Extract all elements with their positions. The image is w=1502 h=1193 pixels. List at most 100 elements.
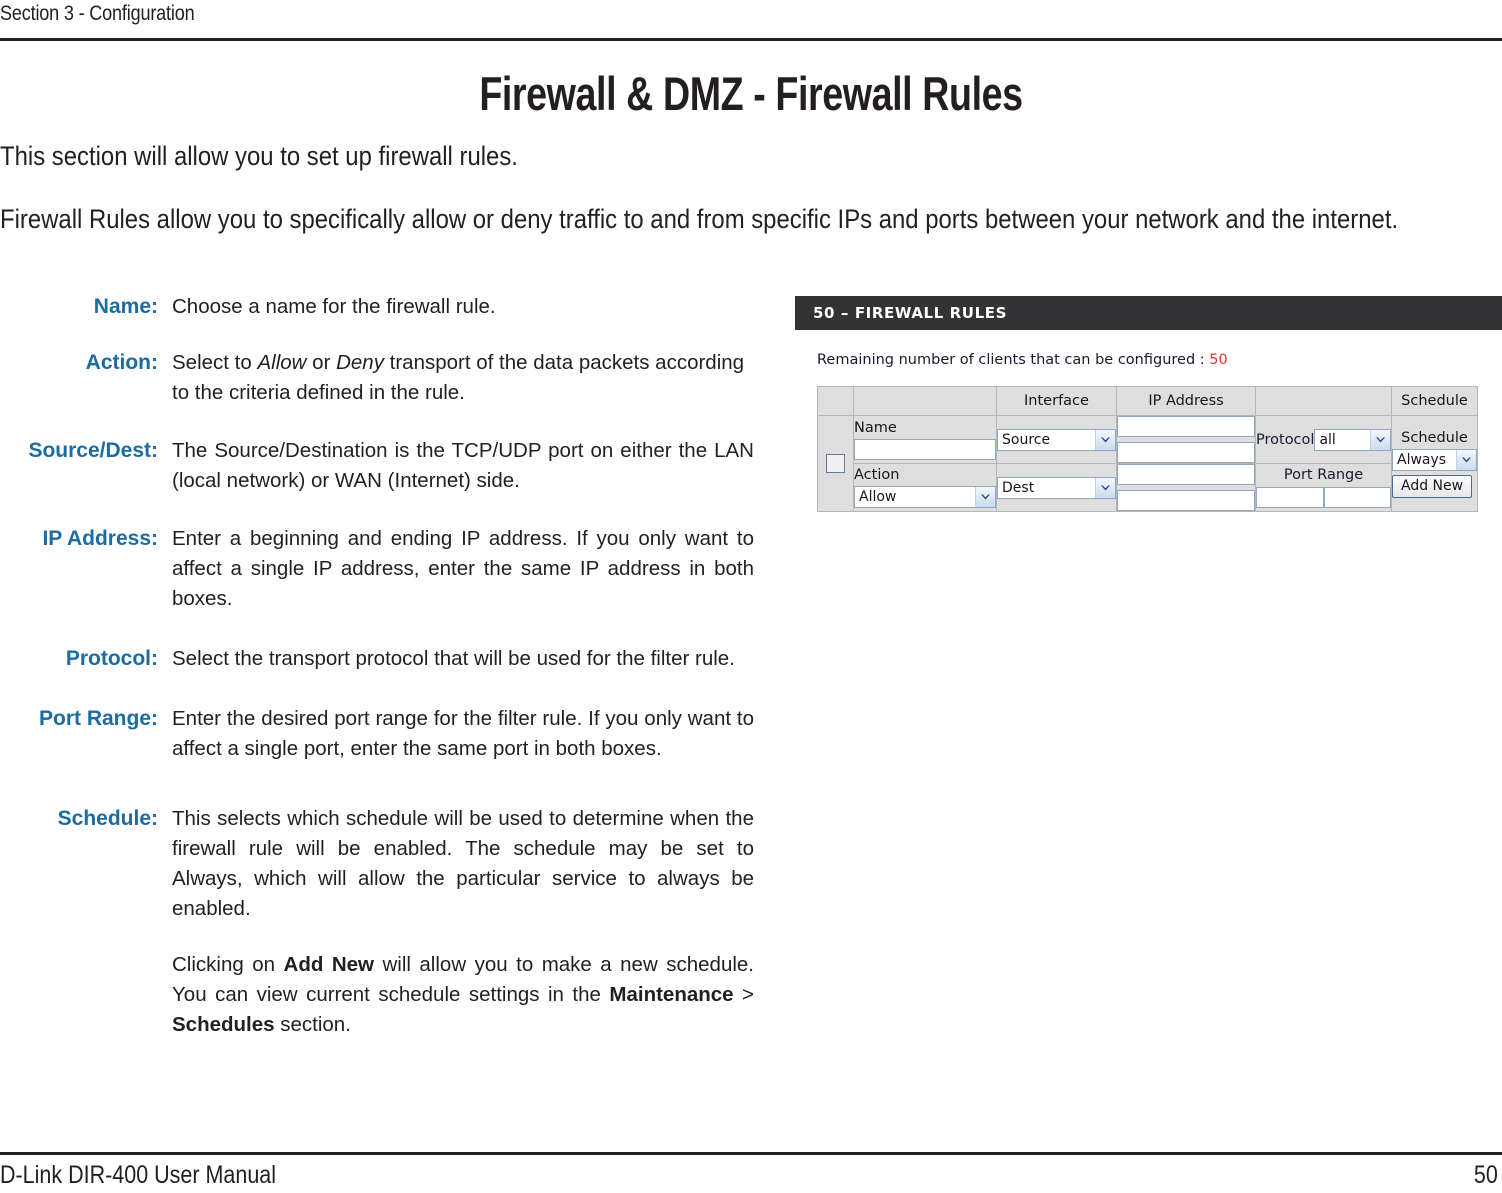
description-row-action: Action: Select to Allow or Deny transpor… <box>0 348 760 408</box>
description-row-ip-address: IP Address: Enter a beginning and ending… <box>0 524 760 614</box>
term-schedule: Schedule: <box>57 807 158 830</box>
sched-schedules-bold: Schedules <box>172 1013 275 1036</box>
remaining-clients-count: 50 <box>1209 352 1228 368</box>
sched-text-a: Clicking on <box>172 953 284 976</box>
definition-port-range: Enter the desired port range for the fil… <box>172 707 754 760</box>
header-cell-ip-address: IP Address <box>1116 386 1256 416</box>
action-deny-italic: Deny <box>336 351 384 374</box>
description-row-schedule: Schedule: This selects which schedule wi… <box>0 804 760 1040</box>
interface-dest-value: Dest <box>1002 479 1035 496</box>
panel-title-text: 50 – FIREWALL RULES <box>813 304 1007 322</box>
name-input[interactable] <box>854 438 996 460</box>
ip-address-range-cell-2 <box>1116 463 1256 512</box>
sched-maintenance-bold: Maintenance <box>609 983 734 1006</box>
footer-page-number: 50 <box>1474 1161 1498 1189</box>
interface-dest-select[interactable]: Dest <box>997 476 1116 499</box>
term-protocol: Protocol: <box>65 647 158 670</box>
field-description-list: Name: Choose a name for the firewall rul… <box>0 292 760 1062</box>
schedule-select[interactable]: Always <box>1392 448 1477 471</box>
header-cell-schedule: Schedule <box>1391 386 1478 416</box>
header-cell-blank <box>853 386 997 416</box>
term-action: Action: <box>85 351 158 374</box>
footer-divider <box>0 1152 1502 1155</box>
port-range-inputs <box>1256 487 1391 508</box>
intro-paragraph-1: This section will allow you to set up fi… <box>0 141 518 171</box>
action-text-b: or <box>306 351 337 374</box>
protocol-value: all <box>1319 431 1336 448</box>
remaining-clients-line: Remaining number of clients that can be … <box>817 352 1502 368</box>
action-value: Allow <box>859 489 897 505</box>
ip-start-input-2[interactable] <box>1117 464 1255 485</box>
term-port-range: Port Range: <box>38 707 158 730</box>
add-new-button[interactable]: Add New <box>1392 474 1473 498</box>
interface-source-value: Source <box>1002 431 1051 448</box>
definition-ip-address: Enter a beginning and ending IP address.… <box>172 527 754 610</box>
action-cell: Action Allow <box>853 463 997 512</box>
ip-end-input-1[interactable] <box>1117 442 1255 463</box>
action-allow-italic: Allow <box>257 351 307 374</box>
definition-name: Choose a name for the firewall rule. <box>172 295 496 318</box>
port-range-cell: Port Range <box>1255 463 1392 512</box>
chevron-down-icon[interactable] <box>1456 449 1476 470</box>
table-header-row: Interface IP Address Schedule <box>817 386 1478 416</box>
protocol-label: Protocol <box>1256 431 1315 448</box>
sched-text-d: section. <box>274 1013 351 1036</box>
schedule-label: Schedule <box>1401 429 1468 446</box>
definition-action: Select to Allow or Deny transport of the… <box>172 348 760 408</box>
header-cell-protocol-blank <box>1255 386 1392 416</box>
definition-schedule: This selects which schedule will be used… <box>172 804 760 1040</box>
panel-body: Remaining number of clients that can be … <box>795 330 1502 512</box>
term-source-dest: Source/Dest: <box>28 439 158 462</box>
header-cell-checkbox <box>817 386 854 416</box>
interface-source-cell: Source <box>996 415 1117 464</box>
port-range-label: Port Range <box>1283 467 1364 483</box>
name-cell: Name <box>853 415 997 464</box>
page-title: Firewall & DMZ - Firewall Rules <box>479 67 1023 120</box>
chevron-down-icon[interactable] <box>1370 429 1390 450</box>
chevron-down-icon[interactable] <box>1095 429 1115 450</box>
port-end-input[interactable] <box>1323 487 1391 508</box>
definition-protocol: Select the transport protocol that will … <box>172 647 735 670</box>
port-start-input[interactable] <box>1256 487 1324 508</box>
footer-manual-title: D-Link DIR-400 User Manual <box>0 1161 277 1189</box>
description-row-name: Name: Choose a name for the firewall rul… <box>0 292 760 322</box>
description-row-source-dest: Source/Dest: The Source/Destination is t… <box>0 436 760 496</box>
chevron-down-icon[interactable] <box>1095 477 1115 498</box>
sched-text-c: > <box>733 983 755 1006</box>
table-row: Name Source Protocol all Schedule Always… <box>817 415 1478 512</box>
description-row-protocol: Protocol: Select the transport protocol … <box>0 644 760 674</box>
panel-titlebar: 50 – FIREWALL RULES <box>795 296 1502 330</box>
description-row-port-range: Port Range: Enter the desired port range… <box>0 704 760 764</box>
firewall-rules-panel: 50 – FIREWALL RULES Remaining number of … <box>795 296 1502 512</box>
name-label: Name <box>854 419 897 436</box>
section-label: Section 3 - Configuration <box>0 2 195 25</box>
definition-source-dest: The Source/Destination is the TCP/UDP po… <box>172 439 754 492</box>
interface-dest-cell: Dest <box>996 463 1117 512</box>
table-row: Action Allow Dest Port Range <box>818 463 1478 512</box>
remaining-clients-text: Remaining number of clients that can be … <box>817 352 1210 368</box>
schedule-paragraph-1: This selects which schedule will be used… <box>172 807 754 920</box>
rule-enable-checkbox[interactable] <box>826 454 845 473</box>
ip-end-input-2[interactable] <box>1117 490 1255 511</box>
ip-start-input-1[interactable] <box>1117 416 1255 437</box>
action-text-a: Select to <box>172 351 258 374</box>
firewall-rules-table: Interface IP Address Schedule Name Sourc… <box>817 386 1478 512</box>
intro-paragraph-2: Firewall Rules allow you to specifically… <box>0 204 1399 234</box>
protocol-cell: Protocol all <box>1255 415 1392 464</box>
rule-enable-checkbox-cell[interactable] <box>817 415 854 512</box>
sched-add-new-bold: Add New <box>283 953 374 976</box>
chevron-down-icon[interactable] <box>975 487 995 507</box>
term-name: Name: <box>93 295 158 318</box>
action-label: Action <box>854 467 900 483</box>
action-select[interactable]: Allow <box>854 486 996 508</box>
interface-source-select[interactable]: Source <box>997 428 1116 451</box>
schedule-cell: Schedule Always Add New <box>1391 415 1478 512</box>
protocol-row: Protocol all <box>1256 428 1391 451</box>
protocol-select[interactable]: all <box>1314 428 1391 451</box>
term-ip-address: IP Address: <box>42 527 158 550</box>
ip-address-range-cell-1 <box>1116 415 1256 464</box>
schedule-paragraph-2: Clicking on Add New will allow you to ma… <box>172 950 754 1040</box>
header-cell-interface: Interface <box>996 386 1117 416</box>
header-divider <box>0 38 1502 41</box>
schedule-value: Always <box>1397 451 1447 468</box>
